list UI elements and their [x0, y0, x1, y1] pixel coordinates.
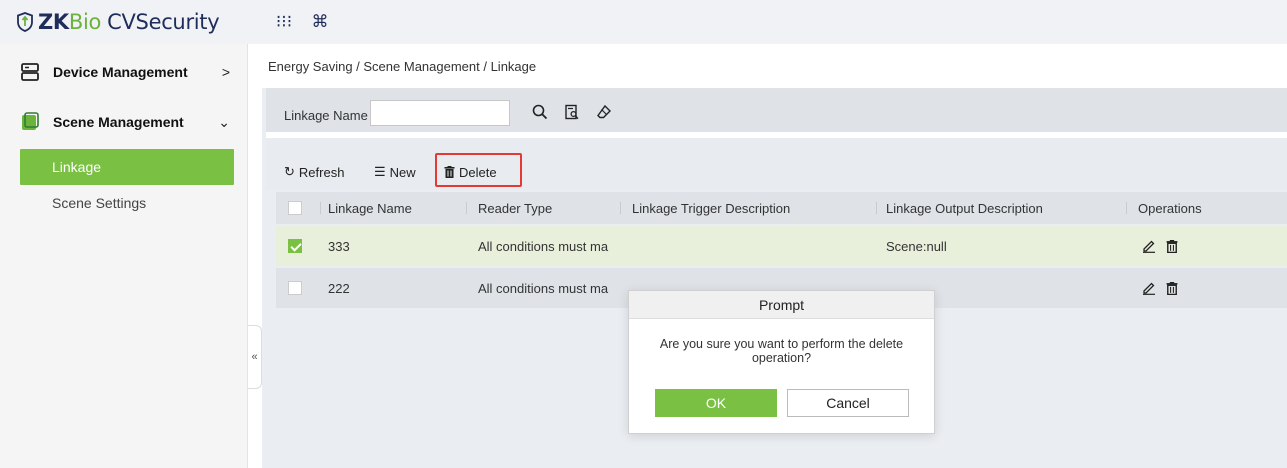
edit-button[interactable]: [1142, 226, 1156, 266]
chevron-right-icon: >: [221, 64, 230, 80]
delete-button[interactable]: Delete: [444, 160, 497, 184]
sidebar: Device Management > Scene Management ⌄ L…: [0, 44, 248, 468]
row-checkbox[interactable]: [288, 239, 302, 253]
trash-icon: [444, 166, 455, 178]
cancel-button[interactable]: Cancel: [787, 389, 909, 417]
cell-reader-type: All conditions must ma: [478, 280, 609, 296]
sidebar-item-device-management[interactable]: Device Management >: [0, 48, 248, 96]
edit-button[interactable]: [1142, 268, 1156, 308]
toolbar: ↻ Refresh ☰ New Delete: [266, 150, 1287, 190]
column-separator: [1126, 202, 1127, 214]
select-all-checkbox[interactable]: [288, 201, 302, 215]
column-header-linkage-name[interactable]: Linkage Name: [328, 192, 412, 224]
column-header-reader-type[interactable]: Reader Type: [478, 192, 552, 224]
table-header: Linkage Name Reader Type Linkage Trigger…: [276, 192, 1287, 224]
scene-icon: [22, 112, 39, 130]
column-separator: [876, 202, 877, 214]
sidebar-item-linkage[interactable]: Linkage: [20, 149, 234, 185]
trash-icon: [1166, 281, 1178, 295]
logo-cvsecurity: CVSecurity: [107, 10, 220, 34]
delete-row-button[interactable]: [1166, 226, 1178, 266]
refresh-button[interactable]: ↻ Refresh: [284, 160, 344, 184]
cell-reader-type: All conditions must ma: [478, 238, 609, 254]
app-logo[interactable]: ZK Bio CVSecurity: [16, 6, 220, 38]
shield-icon: [17, 12, 33, 32]
advanced-search-button[interactable]: [560, 100, 584, 124]
dialog-message: Are you sure you want to perform the del…: [659, 337, 904, 365]
search-button[interactable]: [528, 100, 552, 124]
command-icon[interactable]: ⌘: [308, 10, 332, 34]
clear-button[interactable]: [592, 100, 616, 124]
collapse-sidebar-button[interactable]: «: [248, 325, 262, 389]
column-header-trigger-description[interactable]: Linkage Trigger Description: [632, 192, 790, 224]
cell-linkage-name: 333: [328, 238, 350, 254]
new-button[interactable]: ☰ New: [374, 160, 416, 184]
trash-icon: [1166, 239, 1178, 253]
linkage-name-input[interactable]: [370, 100, 510, 126]
confirm-dialog: Prompt Are you sure you want to perform …: [628, 290, 935, 434]
cell-linkage-name: 222: [328, 280, 350, 296]
table-row[interactable]: 333 All conditions must ma Scene:null: [276, 226, 1287, 266]
edit-icon: [1143, 282, 1155, 295]
search-label: Linkage Name: [284, 108, 368, 123]
eraser-icon: [597, 104, 611, 119]
add-list-icon: ☰: [374, 164, 386, 179]
apps-grid-icon[interactable]: ⁝⁝⁝: [272, 10, 296, 34]
ok-button[interactable]: OK: [655, 389, 777, 417]
sidebar-item-scene-settings[interactable]: Scene Settings: [20, 185, 234, 221]
column-separator: [320, 202, 321, 214]
column-separator: [466, 202, 467, 214]
top-bar: ZK Bio CVSecurity ⁝⁝⁝ ⌘: [0, 0, 1287, 44]
edit-icon: [1143, 240, 1155, 253]
sidebar-item-label: Scene Management: [53, 114, 184, 130]
server-icon: [21, 63, 39, 81]
breadcrumb: Energy Saving / Scene Management / Linka…: [262, 44, 1287, 88]
cell-output-description: Scene:null: [886, 238, 947, 254]
logo-zk: ZK: [38, 10, 69, 34]
logo-bio: Bio: [68, 10, 102, 34]
delete-row-button[interactable]: [1166, 268, 1178, 308]
row-checkbox[interactable]: [288, 281, 302, 295]
sidebar-item-scene-management[interactable]: Scene Management ⌄: [0, 98, 248, 146]
refresh-icon: ↻: [284, 164, 295, 179]
column-separator: [620, 202, 621, 214]
search-icon: [532, 104, 548, 120]
refresh-label: Refresh: [298, 164, 345, 180]
search-panel: Linkage Name: [266, 88, 1287, 138]
chevron-down-icon: ⌄: [218, 113, 230, 130]
delete-label: Delete: [459, 164, 497, 180]
sidebar-item-label: Device Management: [53, 64, 188, 80]
advanced-search-icon: [565, 104, 579, 120]
column-header-operations: Operations: [1138, 200, 1202, 216]
dialog-title: Prompt: [629, 291, 934, 319]
column-header-output-description[interactable]: Linkage Output Description: [886, 192, 1043, 224]
new-label: New: [389, 164, 416, 180]
